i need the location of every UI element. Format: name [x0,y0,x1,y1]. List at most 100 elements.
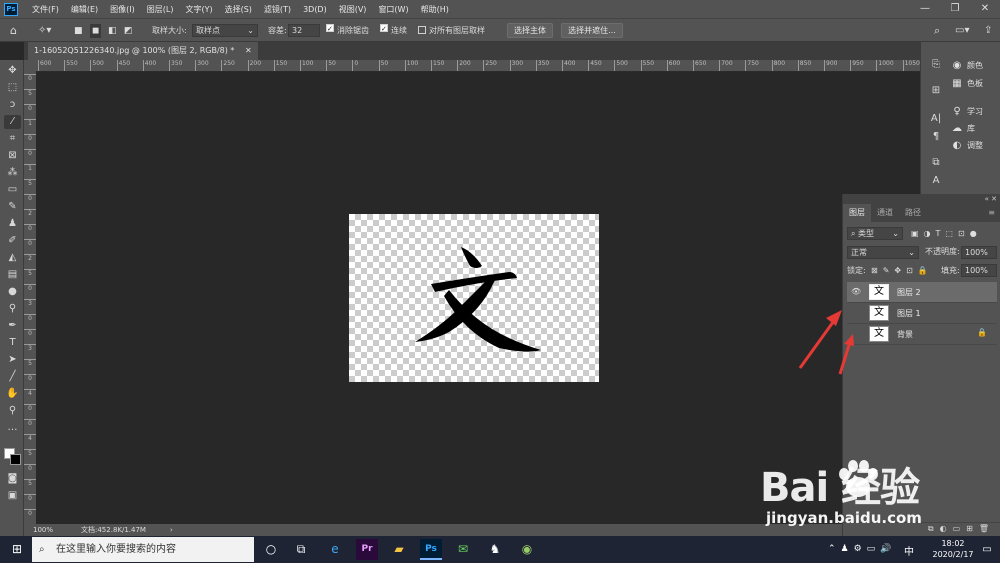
add-selection-icon[interactable]: ◼ [90,24,102,38]
tab-layers[interactable]: 图层 [843,204,871,222]
fill-input[interactable]: 100% [961,264,997,277]
panel-menu-icon[interactable]: ≡ [982,204,1000,222]
eraser-tool-icon[interactable]: ◭ [4,251,21,265]
crop-tool-icon[interactable]: ⌗ [4,132,21,146]
dock-adjustments[interactable]: ◐ 调整 [951,138,995,154]
dock-color[interactable]: ◉ 颜色 [951,58,995,74]
lasso-tool-icon[interactable]: ↄ [4,98,21,112]
close-tab-icon[interactable]: ✕ [245,46,252,55]
opacity-input[interactable]: 100% [961,246,997,259]
glyphs-panel-icon[interactable]: ⧉ [927,156,945,170]
healing-brush-icon[interactable]: ▭ [4,183,21,197]
cortana-icon[interactable]: ○ [260,539,282,560]
taskbar-search-box[interactable]: ⌕ 在这里输入你要搜索的内容 [32,537,254,562]
menu-file[interactable]: 文件(F) [32,4,59,15]
search-icon[interactable]: ⌕ [934,24,940,38]
layer-item-1[interactable]: 文 图层 1 [847,303,997,324]
swatch-a-icon[interactable]: A [927,174,945,188]
antialias-checkbox[interactable]: 消除锯齿 [326,24,369,38]
path-selection-icon[interactable]: ➤ [4,353,21,367]
panel-close-icon[interactable]: ✕ [991,195,997,203]
brush-tool-icon[interactable]: ✎ [4,200,21,214]
menu-window[interactable]: 窗口(W) [378,4,408,15]
photoshop-logo-icon[interactable]: Ps [4,2,18,16]
all-layers-checkbox[interactable]: 对所有图层取样 [418,24,485,38]
gradient-tool-icon[interactable]: ▤ [4,268,21,282]
menu-select[interactable]: 选择(S) [225,4,252,15]
menu-3d[interactable]: 3D(D) [303,5,327,14]
status-arrow-icon[interactable]: › [170,524,173,536]
file-explorer-icon[interactable]: ▰ [388,539,410,560]
menu-layer[interactable]: 图层(L) [147,4,174,15]
wechat-icon[interactable]: ✉ [452,539,474,560]
taskbar-clock[interactable]: 18:02 2020/2/17 [928,538,978,560]
zoom-tool-icon[interactable]: ⚲ [4,404,21,418]
background-color-swatch[interactable] [10,454,21,465]
zoom-level[interactable]: 100% [33,524,53,536]
subtract-selection-icon[interactable]: ◧ [108,24,117,38]
document-image[interactable] [349,214,599,382]
restore-icon[interactable]: ❐ [940,0,970,18]
frame-tool-icon[interactable]: ⊠ [4,149,21,163]
dock-swatches[interactable]: ▦ 色板 [951,76,995,92]
dock-libraries[interactable]: ☁ 库 [951,121,995,137]
menu-type[interactable]: 文字(Y) [185,4,212,15]
tab-paths[interactable]: 路径 [899,204,927,222]
paragraph-panel-icon[interactable]: ¶ [927,130,945,144]
sample-size-select[interactable]: 取样点 ⌄ [192,24,258,37]
minimize-icon[interactable]: — [910,0,940,18]
qq-icon[interactable]: ♞ [484,539,506,560]
notification-icon[interactable]: ▭ [976,539,998,560]
magic-wand-tool-icon[interactable]: ⁄ [4,115,21,129]
intersect-selection-icon[interactable]: ◩ [124,24,133,38]
menu-image[interactable]: 图像(I) [110,4,135,15]
share-icon[interactable]: ⇪ [984,24,992,38]
select-and-mask-button[interactable]: 选择并遮住... [561,23,623,38]
windows-start-icon[interactable]: ⊞ [6,539,28,560]
layer-item-background[interactable]: 文 背景 🔒 [847,324,997,345]
edge-icon[interactable]: e [324,539,346,560]
dock-learn[interactable]: ♀ 学习 [951,104,995,120]
menu-filter[interactable]: 滤镜(T) [264,4,291,15]
line-tool-icon[interactable]: ╱ [4,370,21,384]
tab-channels[interactable]: 通道 [871,204,899,222]
menu-view[interactable]: 视图(V) [339,4,367,15]
menu-edit[interactable]: 编辑(E) [71,4,98,15]
pen-tool-icon[interactable]: ✒ [4,319,21,333]
menu-help[interactable]: 帮助(H) [421,4,449,15]
tolerance-input[interactable]: 32 [288,24,320,37]
blend-mode-select[interactable]: 正常 ⌄ [847,246,919,259]
lock-icons[interactable]: ⊠✎✥⊡🔒 [871,264,941,278]
close-icon[interactable]: ✕ [970,0,1000,18]
more-tools-icon[interactable]: … [4,421,21,435]
photoshop-taskbar-icon[interactable]: Ps [420,539,442,560]
layer-filter-icons[interactable]: ▣◑T⬚⊡● [911,227,1000,241]
character-panel-icon[interactable]: A| [927,112,945,126]
layer-filter-select[interactable]: ⌕ 类型 ⌄ [847,227,903,240]
layer-item-2[interactable]: 👁 文 图层 2 [847,282,997,303]
document-tab[interactable]: 1-16052Q51226340.jpg @ 100% (图层 2, RGB/8… [28,42,258,60]
magic-wand-preset-icon[interactable]: ✧▾ [38,24,51,38]
hand-tool-icon[interactable]: ✋ [4,387,21,401]
select-subject-button[interactable]: 选择主体 [507,23,553,38]
dodge-tool-icon[interactable]: ⚲ [4,302,21,316]
contiguous-checkbox[interactable]: 连续 [380,24,407,38]
collapse-icon[interactable]: « [985,195,989,203]
task-view-icon[interactable]: ⧉ [290,539,312,560]
system-tray-icons[interactable]: ⌃♟⚙▭🔊 [828,544,896,554]
eyedropper-tool-icon[interactable]: ⁂ [4,166,21,180]
screen-mode-icon[interactable]: ▣ [4,489,21,503]
marquee-tool-icon[interactable]: ⬚ [4,81,21,95]
blur-tool-icon[interactable]: ● [4,285,21,299]
home-icon[interactable]: ⌂ [10,24,17,38]
move-tool-icon[interactable]: ✥ [4,64,21,78]
premiere-icon[interactable]: Pr [356,539,378,560]
type-tool-icon[interactable]: T [4,336,21,350]
quick-mask-icon[interactable]: ◙ [4,472,21,486]
properties-panel-icon[interactable]: ⊞ [927,84,945,98]
browser-icon[interactable]: ◉ [516,539,538,560]
new-selection-icon[interactable]: ■ [74,24,83,38]
clone-stamp-icon[interactable]: ♟ [4,217,21,231]
history-brush-icon[interactable]: ✐ [4,234,21,248]
workspace-icon[interactable]: ▭▾ [955,24,969,38]
